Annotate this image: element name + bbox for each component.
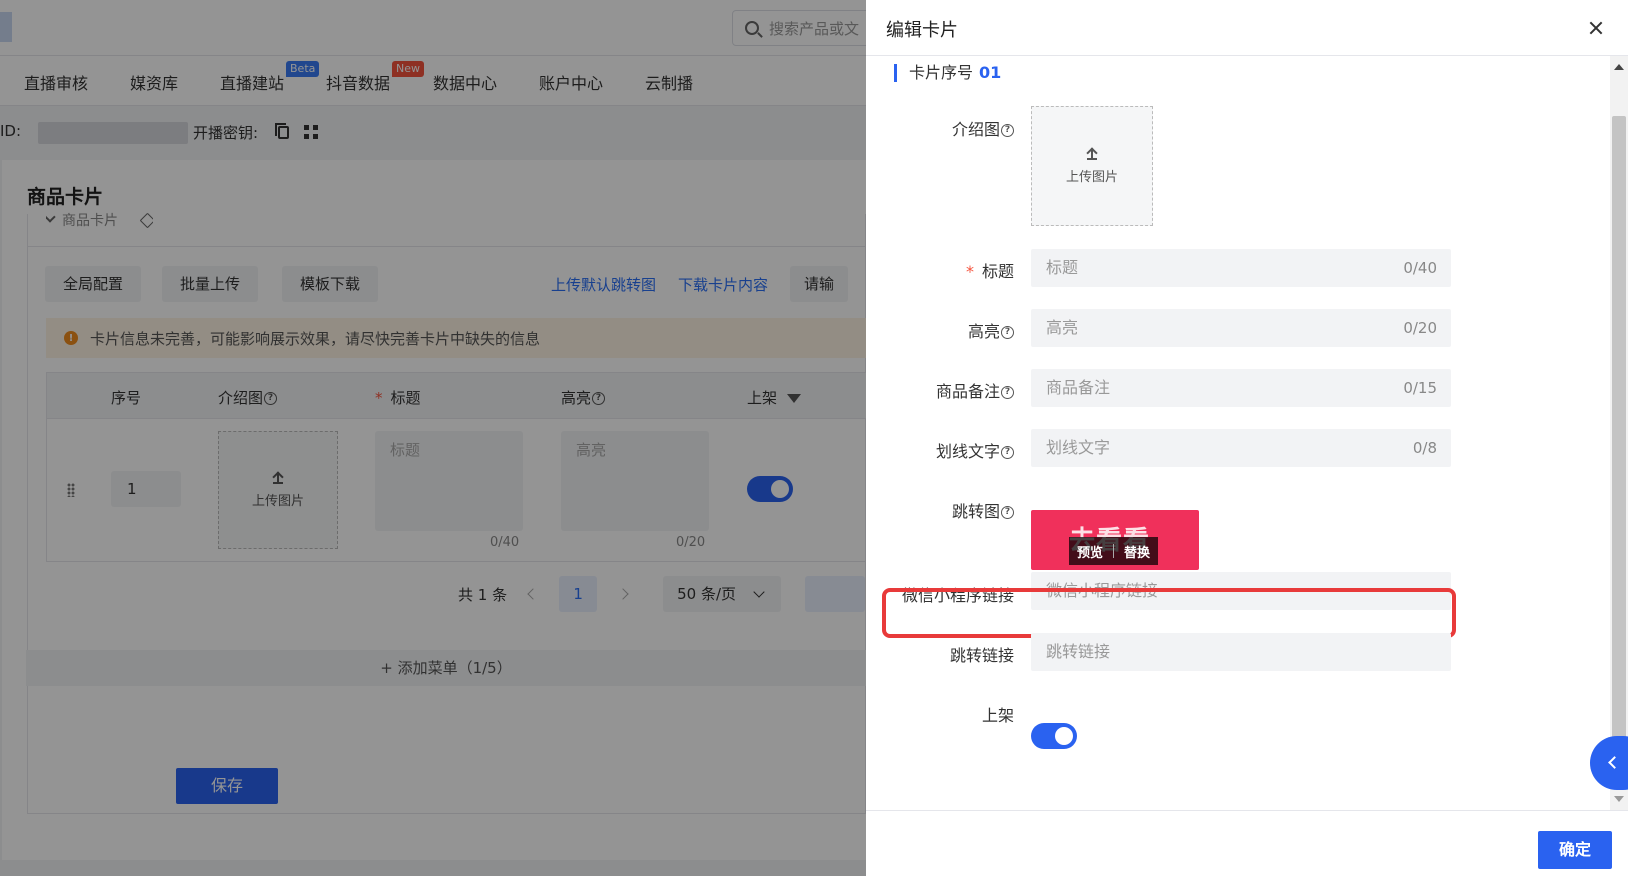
remark-input[interactable]: 商品备注 0/15 [1031, 369, 1451, 407]
strike-text-count: 0/8 [1412, 439, 1437, 457]
drawer-body: 卡片序号 01 介绍图? 上传图片 * 标题 标题 0/40 高亮? 高亮 0/20… [866, 56, 1628, 810]
card-index-label: 卡片序号 [909, 63, 974, 82]
highlight-label-text: 高亮 [967, 322, 1000, 341]
modal-overlay[interactable] [0, 0, 866, 876]
help-icon: ? [1001, 506, 1014, 519]
jump-image-thumbnail: 去看看 预览 替换 [1031, 510, 1199, 570]
drawer-footer: 确定 [866, 810, 1628, 876]
divider [1113, 544, 1115, 558]
strike-text-input[interactable]: 划线文字 0/8 [1031, 429, 1451, 467]
strike-text-label: 划线文字? [854, 438, 1014, 462]
toggle-knob [1055, 727, 1073, 745]
jump-link-placeholder: 跳转链接 [1046, 642, 1111, 661]
help-icon: ? [1001, 386, 1014, 399]
jump-link-input[interactable]: 跳转链接 [1031, 633, 1451, 671]
card-index-number: 01 [979, 63, 1002, 82]
scroll-up-arrow-icon[interactable] [1614, 64, 1624, 70]
intro-image-label: 介绍图? [854, 116, 1014, 140]
highlight-label: 高亮? [854, 318, 1014, 342]
drawer-header: 编辑卡片 [866, 0, 1628, 56]
remark-placeholder: 商品备注 [1046, 378, 1111, 397]
annotation-highlight-box [882, 588, 1456, 638]
title-placeholder: 标题 [1046, 258, 1079, 277]
scroll-thumb[interactable] [1612, 116, 1626, 746]
help-icon: ? [1001, 326, 1014, 339]
highlight-input[interactable]: 高亮 0/20 [1031, 309, 1451, 347]
scroll-down-arrow-icon[interactable] [1614, 796, 1624, 802]
jump-link-label: 跳转链接 [949, 646, 1014, 665]
title-count: 0/40 [1403, 259, 1437, 277]
upload-icon [1087, 148, 1097, 160]
close-icon[interactable] [1588, 20, 1604, 36]
title-input[interactable]: 标题 0/40 [1031, 249, 1451, 287]
strike-text-label-text: 划线文字 [935, 442, 1000, 461]
jump-image-label-text: 跳转图 [951, 502, 1000, 521]
listed-toggle[interactable] [1031, 723, 1077, 749]
preview-button[interactable]: 预览 [1077, 542, 1103, 561]
highlight-count: 0/20 [1403, 319, 1437, 337]
highlight-placeholder: 高亮 [1046, 318, 1079, 337]
remark-label-text: 商品备注 [935, 382, 1000, 401]
title-label-text: 标题 [981, 262, 1014, 281]
intro-image-label-text: 介绍图 [951, 120, 1000, 139]
confirm-button[interactable]: 确定 [1538, 831, 1612, 869]
listed-label: 上架 [981, 706, 1014, 725]
help-icon: ? [1001, 124, 1014, 137]
jump-image-label: 跳转图? [854, 498, 1014, 522]
chevron-left-icon [1608, 756, 1621, 769]
required-mark: * [965, 262, 974, 281]
edit-card-drawer: 编辑卡片 卡片序号 01 介绍图? 上传图片 * 标题 标题 0/40 高亮? 高亮… [866, 0, 1628, 876]
strike-text-placeholder: 划线文字 [1046, 438, 1111, 457]
intro-image-upload-label: 上传图片 [1065, 169, 1118, 185]
intro-image-upload[interactable]: 上传图片 [1031, 106, 1153, 226]
jump-image-actions: 预览 替换 [1069, 537, 1159, 565]
help-icon: ? [1001, 446, 1014, 459]
drawer-title: 编辑卡片 [886, 20, 958, 41]
remark-count: 0/15 [1403, 379, 1437, 397]
remark-label: 商品备注? [854, 378, 1014, 402]
drawer-scrollbar[interactable] [1610, 56, 1628, 810]
replace-button[interactable]: 替换 [1124, 542, 1150, 561]
title-label: * 标题 [854, 258, 1014, 282]
card-index-title: 卡片序号 01 [894, 64, 1001, 82]
